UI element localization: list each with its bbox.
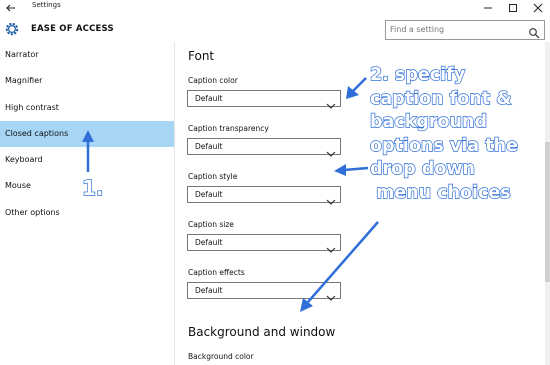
search-placeholder: Find a setting xyxy=(390,25,445,34)
caption-style-dropdown[interactable]: Default xyxy=(187,186,341,205)
chevron-down-icon xyxy=(326,287,336,301)
chevron-down-icon xyxy=(326,95,336,109)
caption-transparency-label: Caption transparency xyxy=(188,124,269,133)
search-icon[interactable] xyxy=(528,24,540,39)
sidebar-divider xyxy=(174,42,175,365)
caption-size-dropdown[interactable]: Default xyxy=(187,234,341,253)
sidebar-item-closed-captions[interactable]: Closed captions xyxy=(0,121,174,147)
background-color-label: Background color xyxy=(188,352,254,361)
chevron-down-icon xyxy=(326,239,336,253)
sidebar-item-keyboard[interactable]: Keyboard xyxy=(0,147,174,173)
maximize-icon[interactable] xyxy=(501,0,525,14)
caption-color-label: Caption color xyxy=(188,76,238,85)
chevron-down-icon xyxy=(326,143,336,157)
dropdown-value: Default xyxy=(195,94,223,103)
caption-transparency-dropdown[interactable]: Default xyxy=(187,138,341,157)
sidebar-item-high-contrast[interactable]: High contrast xyxy=(0,95,174,121)
background-section-title: Background and window xyxy=(188,325,336,339)
dropdown-value: Default xyxy=(195,286,223,295)
font-section-title: Font xyxy=(188,49,215,63)
dropdown-value: Default xyxy=(195,238,223,247)
gear-icon xyxy=(4,21,20,37)
caption-size-label: Caption size xyxy=(188,220,234,229)
minimize-icon[interactable] xyxy=(476,0,500,14)
chevron-down-icon xyxy=(326,191,336,205)
scrollbar[interactable] xyxy=(545,42,550,365)
caption-style-label: Caption style xyxy=(188,172,238,181)
dropdown-value: Default xyxy=(195,190,223,199)
caption-color-dropdown[interactable]: Default xyxy=(187,90,341,109)
sidebar-item-other-options[interactable]: Other options xyxy=(0,200,174,226)
caption-effects-dropdown[interactable]: Default xyxy=(187,282,341,301)
annotation-step-2: 2. specify caption font & background opt… xyxy=(369,64,518,203)
annotation-step-1: 1. xyxy=(81,175,104,200)
back-arrow-icon[interactable] xyxy=(4,0,18,14)
page-title: EASE OF ACCESS xyxy=(31,24,114,34)
sidebar-item-magnifier[interactable]: Magnifier xyxy=(0,68,174,94)
scroll-thumb[interactable] xyxy=(545,142,550,282)
caption-effects-label: Caption effects xyxy=(188,268,245,277)
close-icon[interactable] xyxy=(526,0,550,14)
dropdown-value: Default xyxy=(195,142,223,151)
app-title: Settings xyxy=(32,1,61,9)
sidebar: Narrator Magnifier High contrast Closed … xyxy=(0,42,174,365)
title-bar: Settings xyxy=(0,0,550,14)
sidebar-item-narrator[interactable]: Narrator xyxy=(0,42,174,68)
search-input[interactable]: Find a setting xyxy=(385,20,545,40)
